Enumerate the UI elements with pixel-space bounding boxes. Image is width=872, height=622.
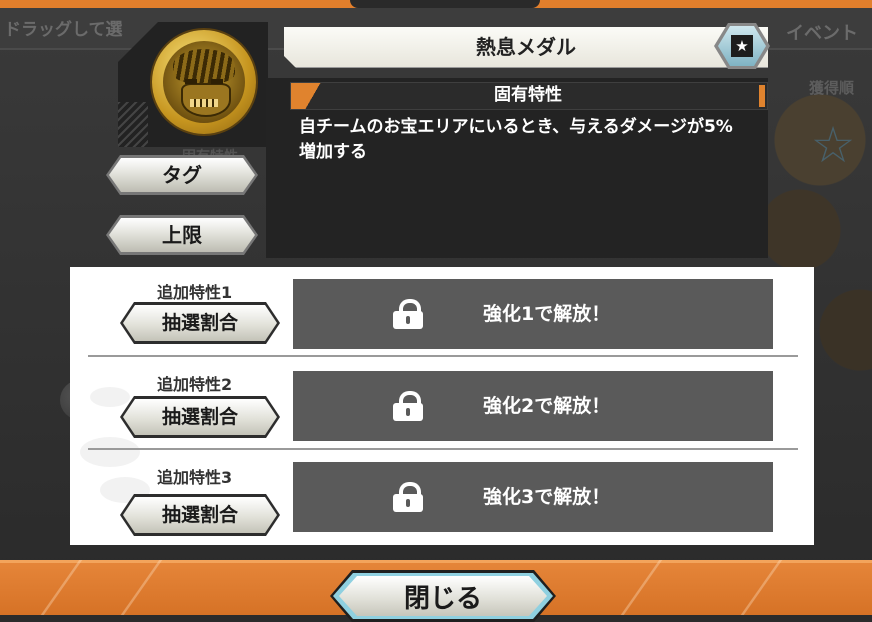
lock-icon <box>393 299 423 329</box>
limit-button-label: 上限 <box>162 223 202 247</box>
lottery-rate-label: 抽選割合 <box>161 406 238 428</box>
lock-icon <box>393 391 423 421</box>
locked-trait-1: 強化1で解放！ <box>293 279 773 349</box>
unique-trait-heading: 固有特性 <box>494 85 562 105</box>
background-event-label: イベント <box>786 23 858 44</box>
lottery-rate-label: 抽選割合 <box>161 312 238 334</box>
hatch-decoration <box>118 102 148 147</box>
medal-face-art <box>163 41 245 123</box>
medal-name: 熱息メダル <box>476 35 576 59</box>
lock-icon <box>393 482 423 512</box>
favorite-button[interactable]: ★ <box>714 23 770 69</box>
close-button[interactable]: 閉じる <box>330 570 556 622</box>
trait-divider <box>88 355 798 357</box>
star-icon: ★ <box>731 35 753 57</box>
background-sort-label: 獲得順 <box>808 79 854 97</box>
lottery-rate-button-1[interactable]: 抽選割合 <box>120 302 280 344</box>
locked-trait-3: 強化3で解放！ <box>293 462 773 532</box>
lottery-rate-button-3[interactable]: 抽選割合 <box>120 494 280 536</box>
background-star-icon: ☆ <box>810 116 856 174</box>
close-button-label: 閉じる <box>403 584 482 614</box>
locked-trait-text: 強化2で解放！ <box>483 395 611 417</box>
trait-divider <box>88 448 798 450</box>
locked-trait-text: 強化1で解放！ <box>483 303 611 325</box>
unique-trait-description: 自チームのお宝エリアにいるとき、与えるダメージが5%増加する <box>299 117 733 162</box>
tag-button-label: タグ <box>162 163 202 187</box>
locked-trait-2: 強化2で解放！ <box>293 371 773 441</box>
limit-button[interactable]: 上限 <box>106 215 258 255</box>
tag-button[interactable]: タグ <box>106 155 258 195</box>
locked-trait-text: 強化3で解放！ <box>483 486 611 508</box>
additional-trait-2-label: 追加特性2 <box>157 375 233 394</box>
lottery-rate-label: 抽選割合 <box>161 504 238 526</box>
background-drag-hint: ドラッグして選 <box>4 20 123 40</box>
lottery-rate-button-2[interactable]: 抽選割合 <box>120 396 280 438</box>
additional-trait-3-label: 追加特性3 <box>157 468 233 487</box>
frame-title-tab <box>350 0 540 8</box>
additional-trait-1-label: 追加特性1 <box>157 283 233 302</box>
